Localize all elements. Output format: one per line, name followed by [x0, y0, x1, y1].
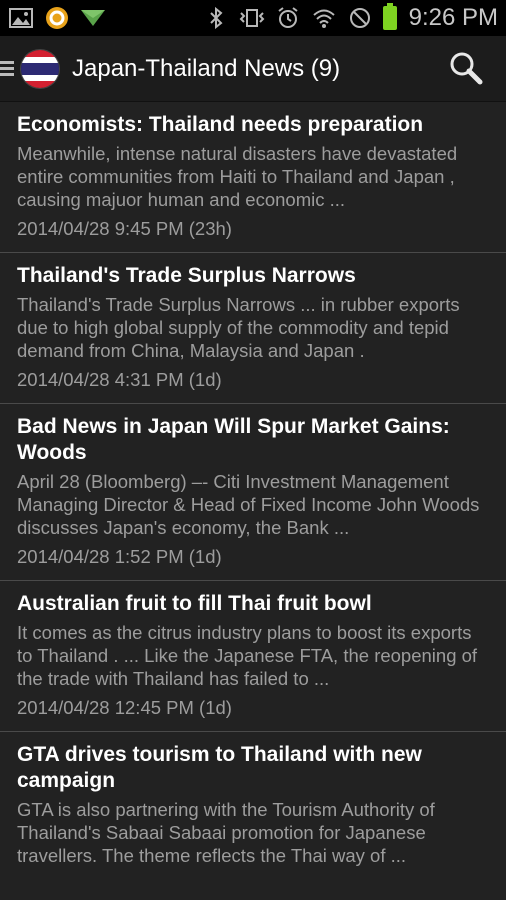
email-icon [80, 5, 106, 31]
list-item[interactable]: Australian fruit to fill Thai fruit bowl… [0, 581, 506, 732]
status-right-icons: 9:26 PM [203, 3, 498, 32]
article-title: Australian fruit to fill Thai fruit bowl [17, 592, 372, 615]
list-item[interactable]: Thailand's Trade Surplus Narrows Thailan… [0, 253, 506, 404]
battery-icon [382, 3, 397, 30]
article-date: 2014/04/28 4:31 PM (1d) [17, 369, 222, 390]
search-icon[interactable] [448, 50, 484, 86]
article-title: Thailand's Trade Surplus Narrows [17, 264, 356, 287]
article-date: 2014/04/28 1:52 PM (1d) [17, 546, 222, 567]
hamburger-icon[interactable] [0, 61, 14, 76]
list-item[interactable]: Bad News in Japan Will Spur Market Gains… [0, 404, 506, 581]
article-title: Bad News in Japan Will Spur Market Gains… [17, 415, 450, 464]
list-item[interactable]: Economists: Thailand needs preparation M… [0, 102, 506, 253]
article-snippet: It comes as the citrus industry plans to… [17, 622, 478, 689]
article-snippet: April 28 (Bloomberg) –- Citi Investment … [17, 471, 480, 538]
article-snippet: Meanwhile, intense natural disasters hav… [17, 143, 458, 210]
page-title: Japan-Thailand News (9) [72, 54, 341, 82]
no-entry-icon [347, 5, 373, 31]
status-bar: 9:26 PM [0, 0, 506, 36]
bluetooth-icon [203, 5, 229, 31]
article-date: 2014/04/28 9:45 PM (23h) [17, 218, 232, 239]
status-time: 9:26 PM [408, 4, 498, 31]
alarm-icon [275, 5, 301, 31]
article-snippet: Thailand's Trade Surplus Narrows ... in … [17, 294, 460, 361]
wifi-icon [311, 5, 337, 31]
action-bar: Japan-Thailand News (9) [0, 36, 506, 102]
vibrate-icon [239, 5, 265, 31]
app-icon [44, 5, 70, 31]
gallery-icon [8, 5, 34, 31]
status-left-icons [8, 5, 106, 31]
news-list: Economists: Thailand needs preparation M… [0, 102, 506, 879]
article-snippet: GTA is also partnering with the Tourism … [17, 799, 435, 866]
article-title: Economists: Thailand needs preparation [17, 113, 424, 136]
article-date: 2014/04/28 12:45 PM (1d) [17, 697, 232, 718]
list-item[interactable]: GTA drives tourism to Thailand with new … [0, 732, 506, 879]
article-title: GTA drives tourism to Thailand with new … [17, 743, 422, 792]
thailand-flag-icon[interactable] [20, 48, 60, 89]
